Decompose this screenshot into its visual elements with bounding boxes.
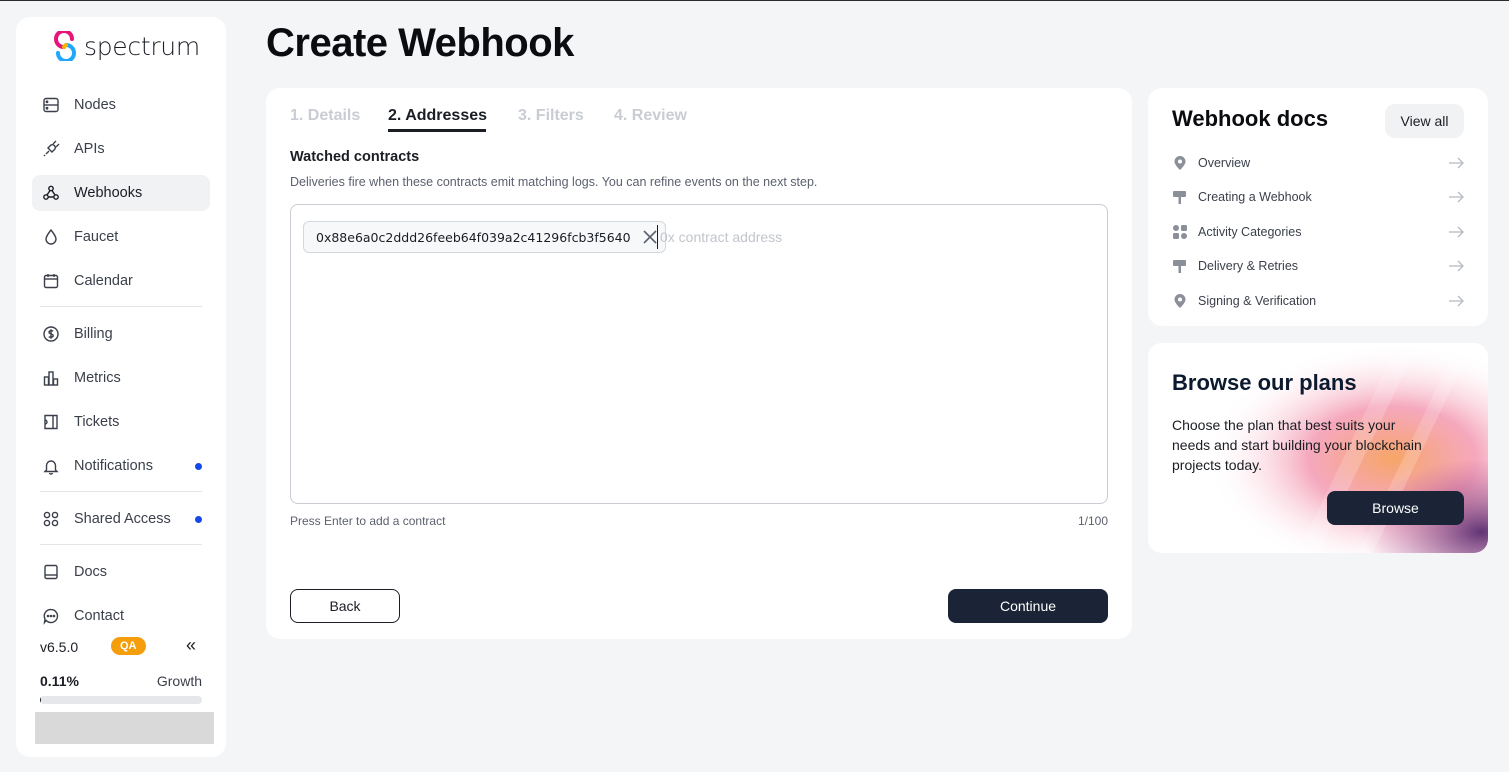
browse-button[interactable]: Browse [1327,491,1464,525]
sidebar-divider [40,544,202,545]
doc-link-label: Overview [1198,156,1251,170]
sidebar: spectrum Nodes APIs Webhooks Faucet Cale… [16,17,226,757]
page-title: Create Webhook [266,21,574,65]
sidebar-item-label: Billing [74,326,113,342]
map-pin-icon [1172,293,1188,309]
arrow-right-icon [1449,191,1464,203]
arrow-right-icon [1449,295,1464,307]
sidebar-divider [40,306,202,307]
back-button[interactable]: Back [290,589,400,623]
chat-icon [42,607,60,625]
webhook-wizard-card: 1. Details 2. Addresses 3. Filters 4. Re… [266,88,1132,639]
browse-plans-card: Browse our plans Choose the plan that be… [1148,343,1488,553]
tab-addresses[interactable]: 2. Addresses [388,107,487,125]
shapes-icon [1172,224,1188,240]
webhook-icon [42,184,60,202]
doc-link-label: Delivery & Retries [1198,259,1299,273]
map-pin-icon [1172,155,1188,171]
sidebar-item-contact[interactable]: Contact [32,598,210,634]
contract-address: 0x88e6a0c2ddd26feeb64f039a2c41296fcb3f56… [316,229,631,245]
plans-description: Choose the plan that best suits your nee… [1172,417,1422,473]
plug-icon [42,140,60,158]
usage-plan: Growth [156,673,202,689]
sidebar-item-faucet[interactable]: Faucet [32,219,210,255]
grid-icon [42,510,60,528]
app-version: v6.5.0 [40,639,79,655]
tab-details[interactable]: 1. Details [290,107,360,125]
sidebar-item-shared-access[interactable]: Shared Access [32,501,210,537]
notification-dot [195,463,202,470]
sidebar-item-label: Docs [74,564,108,580]
sidebar-item-label: Calendar [74,273,133,289]
sidebar-item-calendar[interactable]: Calendar [32,263,210,299]
signpost-icon [1172,189,1188,205]
doc-link-label: Activity Categories [1198,225,1302,239]
active-tab-indicator [388,129,486,132]
sidebar-item-metrics[interactable]: Metrics [32,360,210,396]
dollar-icon [42,325,60,343]
sidebar-item-webhooks[interactable]: Webhooks [32,175,210,211]
sidebar-item-label: Notifications [74,458,153,474]
sidebar-item-label: Tickets [74,414,120,430]
arrow-right-icon [1449,260,1464,272]
tab-filters[interactable]: 3. Filters [518,107,584,125]
remove-contract-icon[interactable] [641,228,659,246]
doc-link-overview[interactable]: Overview [1172,151,1464,175]
calendar-icon [42,272,60,290]
doc-link-label: Creating a Webhook [1198,190,1312,204]
doc-link-delivery-retries[interactable]: Delivery & Retries [1172,254,1464,278]
sidebar-item-label: Shared Access [74,511,171,527]
bell-icon [42,457,60,475]
sidebar-item-billing[interactable]: Billing [32,316,210,352]
sidebar-item-notifications[interactable]: Notifications [32,448,210,484]
sidebar-item-tickets[interactable]: Tickets [32,404,210,440]
view-all-button[interactable]: View all [1385,104,1464,138]
droplet-icon [42,228,60,246]
sidebar-item-apis[interactable]: APIs [32,131,210,167]
logo[interactable]: spectrum [50,31,200,61]
spectrum-logo-icon [54,31,76,61]
section-description: Deliveries fire when these contracts emi… [290,175,818,189]
book-icon [42,563,60,581]
doc-link-label: Signing & Verification [1198,294,1317,308]
sidebar-item-label: Nodes [74,97,116,113]
tab-review[interactable]: 4. Review [614,107,687,125]
docs-title: Webhook docs [1172,106,1329,131]
usage-percent: 0.11% [40,673,79,689]
sidebar-item-docs[interactable]: Docs [32,554,210,590]
contract-chip: 0x88e6a0c2ddd26feeb64f039a2c41296fcb3f56… [303,221,666,253]
sidebar-item-label: Contact [74,608,124,624]
section-title: Watched contracts [290,149,420,165]
server-icon [42,96,60,114]
input-hint: Press Enter to add a contract [290,514,446,528]
arrow-right-icon [1449,157,1464,169]
continue-button[interactable]: Continue [948,589,1108,623]
arrow-right-icon [1449,226,1464,238]
ticket-icon [42,413,60,431]
bar-chart-icon [42,369,60,387]
plans-title: Browse our plans [1172,370,1357,395]
usage-progress-bar [40,696,202,704]
contracts-input-box[interactable]: 0x88e6a0c2ddd26feeb64f039a2c41296fcb3f56… [290,204,1108,504]
contract-counter: 1/100 [1077,514,1108,528]
signpost-icon [1172,258,1188,274]
sidebar-item-label: Metrics [74,370,121,386]
brand-name: spectrum [84,31,200,61]
env-badge: QA [111,637,146,655]
sidebar-item-label: Faucet [74,229,119,245]
sidebar-item-nodes[interactable]: Nodes [32,87,210,123]
sidebar-item-label: Webhooks [74,185,143,201]
doc-link-signing-verification[interactable]: Signing & Verification [1172,289,1464,313]
notification-dot [195,516,202,523]
doc-link-creating-a-webhook[interactable]: Creating a Webhook [1172,185,1464,209]
collapse-sidebar-button[interactable]: « [186,635,196,656]
placeholder-block [35,712,214,744]
sidebar-item-label: APIs [74,141,105,157]
doc-link-activity-categories[interactable]: Activity Categories [1172,220,1464,244]
webhook-docs-card: Webhook docs View all Overview Creating … [1148,88,1488,326]
sidebar-divider [40,491,202,492]
contract-address-input[interactable] [657,225,1077,249]
